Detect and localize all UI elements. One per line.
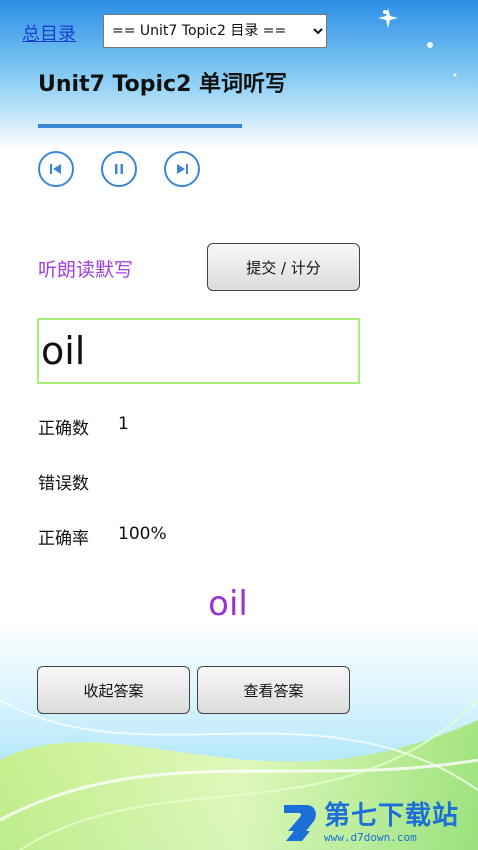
answer-input[interactable]: [37, 318, 360, 384]
correct-count-label: 正确数: [38, 419, 89, 439]
previous-icon: [50, 164, 61, 174]
watermark-url: www.d7down.com: [324, 831, 417, 844]
answer-word: oil: [208, 584, 248, 624]
submit-score-button[interactable]: 提交 / 计分: [207, 243, 360, 291]
next-icon: [177, 164, 188, 174]
topic-select[interactable]: == Unit7 Topic2 目录 ==: [103, 14, 327, 48]
previous-button[interactable]: [38, 151, 74, 187]
page-title: Unit7 Topic2 单词听写: [38, 72, 288, 97]
correct-count-value: 1: [118, 414, 129, 434]
site-watermark: 第七下载站 www.d7down.com: [280, 798, 476, 848]
show-answer-button[interactable]: 查看答案: [197, 666, 350, 714]
audio-progress-bar[interactable]: [38, 124, 242, 128]
watermark-name: 第七下载站: [324, 801, 460, 831]
d7-logo-icon: [284, 805, 316, 841]
dictation-mode-label: 听朗读默写: [38, 259, 134, 281]
pause-button[interactable]: [101, 151, 137, 187]
home-link[interactable]: 总目录: [22, 20, 76, 46]
accuracy-rate-label: 正确率: [38, 529, 89, 549]
next-button[interactable]: [164, 151, 200, 187]
hide-answer-button[interactable]: 收起答案: [37, 666, 190, 714]
accuracy-rate-value: 100%: [118, 524, 167, 544]
pause-icon: [115, 164, 123, 174]
wrong-count-label: 错误数: [38, 474, 89, 494]
